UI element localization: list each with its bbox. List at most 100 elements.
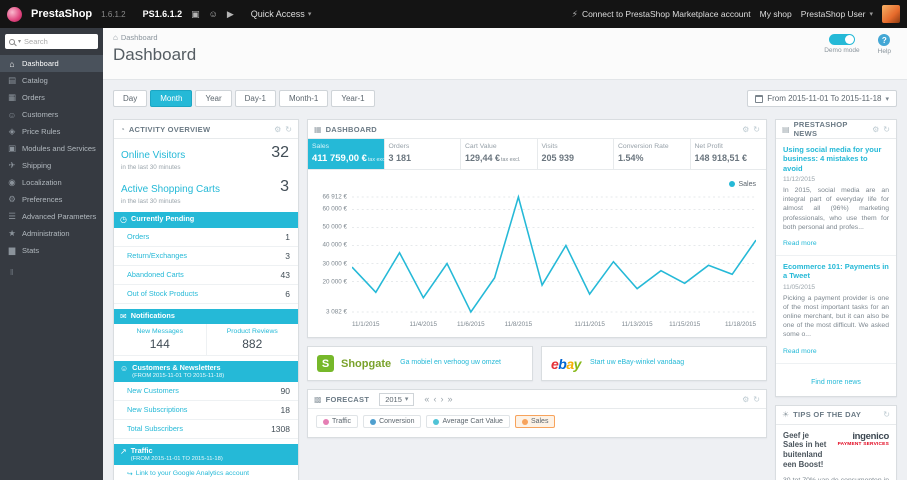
find-more-news-link[interactable]: Find more news (811, 379, 861, 386)
caret-down-icon: ▾ (307, 11, 312, 18)
kpi-tab-conversion-rate[interactable]: Conversion Rate 1.54% (614, 139, 691, 169)
user-menu-label: PrestaShop User (800, 9, 866, 19)
chart-legend[interactable]: Sales (318, 178, 756, 190)
customers-row[interactable]: New Subscriptions 18 (114, 401, 298, 420)
main-content: ⌂ Dashboard Dashboard Demo mode ? Help D… (103, 28, 907, 480)
home-icon[interactable]: ⌂ (113, 33, 118, 42)
ebay-link[interactable]: Start uw eBay-winkel vandaag (590, 359, 684, 368)
pending-row[interactable]: Abandoned Carts 43 (114, 266, 298, 285)
user-avatar[interactable] (882, 5, 900, 23)
filter-button-day[interactable]: Day (113, 90, 148, 107)
pending-row[interactable]: Return/Exchanges 3 (114, 247, 298, 266)
sidebar-item-price-rules[interactable]: ◈ Price Rules (0, 123, 103, 140)
notification-product-reviews[interactable]: Product Reviews 882 (205, 324, 299, 356)
kpi-tab-net-profit[interactable]: Net Profit 148 918,51 € (691, 139, 767, 169)
forecast-legend-traffic[interactable]: Traffic (316, 415, 359, 428)
pager-next-icon[interactable]: › (440, 394, 443, 404)
pending-row[interactable]: Out of Stock Products 6 (114, 285, 298, 304)
sidebar-item-label: Localization (22, 178, 62, 187)
customers-subtitle: (FROM 2015-11-01 TO 2015-11-18) (132, 372, 225, 379)
kpi-tab-cart-value[interactable]: Cart Value 129,44 €tax excl. (461, 139, 538, 169)
online-visitors-link[interactable]: Online Visitors (121, 150, 185, 161)
filter-button-day-1[interactable]: Day-1 (234, 90, 276, 107)
sidebar-item-preferences[interactable]: ⚙ Preferences (0, 191, 103, 208)
dashboard-icon: ⌂ (9, 58, 15, 69)
chart-x-axis: 11/1/2015 11/4/2015 11/6/2015 11/8/2015 11/1… (352, 321, 756, 331)
store-icon[interactable]: ▣ (191, 9, 200, 20)
pager-last-icon[interactable]: » (447, 394, 452, 404)
legend-dot-icon (521, 418, 528, 425)
kpi-value: 148 918,51 € (694, 153, 748, 163)
ingenico-logo[interactable]: ingenico payment services (835, 431, 890, 470)
google-analytics-link[interactable]: ↪ Link to your Google Analytics account (114, 465, 298, 480)
refresh-icon[interactable]: ↻ (883, 125, 890, 134)
forecast-year-select[interactable]: 2015 ▾ (379, 392, 415, 406)
kpi-tab-visits[interactable]: Visits 205 939 (538, 139, 614, 169)
ebay-letter: a (566, 355, 574, 372)
sidebar-collapse-icon[interactable]: ‖ (0, 259, 103, 277)
shopgate-module[interactable]: S Shopgate Ga mobiel en verhoog uw omzet (307, 346, 533, 381)
gear-icon[interactable]: ⚙ (274, 125, 281, 134)
refresh-icon[interactable]: ↻ (883, 410, 890, 419)
sidebar-item-administration[interactable]: ★ Administration (0, 225, 103, 242)
user-menu[interactable]: PrestaShop User ▾ (801, 9, 873, 19)
online-visitors-sub: in the last 30 minutes (121, 164, 181, 171)
forecast-legend-sales[interactable]: Sales (514, 415, 556, 428)
marketplace-link[interactable]: ⚡ Connect to PrestaShop Marketplace acco… (572, 9, 751, 20)
gear-icon[interactable]: ⚙ (742, 395, 749, 404)
person-icon[interactable]: ☺ (209, 9, 218, 19)
refresh-icon[interactable]: ↻ (285, 125, 292, 134)
sidebar-item-catalog[interactable]: ▤ Catalog (0, 72, 103, 89)
sales-chart-svg (352, 194, 756, 314)
caret-down-icon[interactable]: ▾ (18, 38, 21, 45)
gear-icon[interactable]: ⚙ (742, 125, 749, 134)
sidebar-item-dashboard[interactable]: ⌂ Dashboard (0, 55, 103, 72)
sidebar-item-modules-and-services[interactable]: ▣ Modules and Services (0, 140, 103, 157)
active-carts-sub: in the last 30 minutes (121, 198, 181, 205)
notification-new-messages[interactable]: New Messages 144 (114, 324, 206, 355)
pager-prev-icon[interactable]: ‹ (433, 394, 436, 404)
filter-button-month[interactable]: Month (150, 90, 193, 107)
refresh-icon[interactable]: ↻ (753, 125, 760, 134)
date-range-picker[interactable]: From 2015-11-01 To 2015-11-18 ▾ (747, 90, 897, 107)
customers-row[interactable]: Total Subscribers 1308 (114, 420, 298, 439)
pager-first-icon[interactable]: « (424, 394, 429, 404)
kpi-tab-orders[interactable]: Orders 3 181 (385, 139, 461, 169)
shopgate-link[interactable]: Ga mobiel en verhoog uw omzet (400, 359, 501, 368)
sidebar-item-advanced-parameters[interactable]: ☰ Advanced Parameters (0, 208, 103, 225)
filter-button-year-1[interactable]: Year-1 (331, 90, 375, 107)
filter-button-month-1[interactable]: Month-1 (278, 90, 329, 107)
pending-row[interactable]: Orders 1 (114, 228, 298, 247)
filter-button-year[interactable]: Year (195, 90, 232, 107)
refresh-icon[interactable]: ↻ (753, 395, 760, 404)
quick-access-menu[interactable]: Quick Access ▾ (251, 9, 312, 19)
notifications-title: Notifications (130, 310, 175, 320)
read-more-link[interactable]: Read more (783, 348, 817, 355)
search-input[interactable] (24, 37, 94, 46)
demo-mode-toggle[interactable] (828, 34, 855, 45)
help-icon[interactable]: ? (878, 34, 891, 46)
active-carts-link[interactable]: Active Shopping Carts (121, 184, 220, 195)
sidebar-item-orders[interactable]: ▦ Orders (0, 89, 103, 106)
customers-label: New Customers (127, 386, 179, 396)
customers-row[interactable]: New Customers 90 (114, 382, 298, 401)
sidebar-item-customers[interactable]: ☺ Customers (0, 106, 103, 123)
forecast-panel-title: FORECAST (325, 394, 370, 404)
read-more-link[interactable]: Read more (783, 240, 817, 247)
news-article-title[interactable]: Ecommerce 101: Payments in a Tweet (783, 262, 889, 281)
caret-down-icon: ▾ (404, 396, 409, 403)
forecast-legend-average-cart-value[interactable]: Average Cart Value (426, 415, 510, 428)
sidebar-item-localization[interactable]: ◉ Localization (0, 174, 103, 191)
gear-icon[interactable]: ⚙ (872, 125, 879, 134)
sidebar-item-stats[interactable]: ▆ Stats (0, 242, 103, 259)
online-visitors-stat: Online Visitors 32 in the last 30 minute… (114, 139, 298, 173)
ebay-module[interactable]: ebay Start uw eBay-winkel vandaag (541, 346, 767, 381)
chart-x-tick: 11/1/2015 (352, 321, 380, 328)
launch-icon[interactable]: ▶ (227, 9, 234, 20)
news-article-title[interactable]: Using social media for your business: 4 … (783, 145, 889, 173)
my-shop-link[interactable]: My shop (760, 9, 792, 19)
forecast-legend-conversion[interactable]: Conversion (363, 415, 422, 428)
sidebar-item-shipping[interactable]: ✈ Shipping (0, 157, 103, 174)
kpi-tab-sales[interactable]: Sales 411 759,00 €tax excl. (308, 139, 387, 169)
sidebar-item-label: Shipping (22, 161, 52, 170)
